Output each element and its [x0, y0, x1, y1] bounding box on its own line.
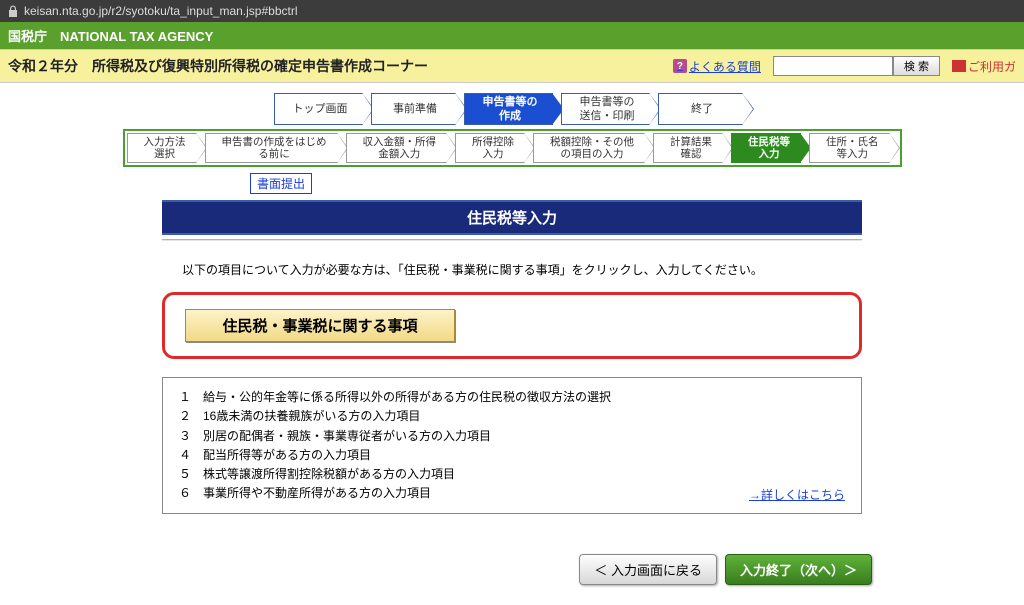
- search-button[interactable]: 検 索: [893, 56, 940, 76]
- breadcrumb-sub-step[interactable]: 入力方法 選択: [127, 133, 197, 163]
- lock-icon: [8, 5, 18, 17]
- breadcrumb-main-step[interactable]: トップ画面: [274, 93, 363, 125]
- instruction-text: 以下の項目について入力が必要な方は、「住民税・事業税に関する事項」をクリックし、…: [162, 261, 862, 292]
- url-text: keisan.nta.go.jp/r2/syotoku/ta_input_man…: [24, 4, 298, 18]
- detail-link[interactable]: →詳しくはこちら: [749, 486, 845, 505]
- agency-header: 国税庁 NATIONAL TAX AGENCY: [0, 22, 1024, 49]
- info-list-item: ５ 株式等譲渡所得割控除税額がある方の入力項目: [179, 465, 845, 484]
- breadcrumb-sub-step[interactable]: 住所・氏名 等入力: [809, 133, 890, 163]
- next-button[interactable]: 入力終了（次へ）＞: [725, 554, 872, 585]
- page-title: 令和２年分 所得税及び復興特別所得税の確定申告書作成コーナー: [8, 56, 428, 76]
- breadcrumb-sub-step[interactable]: 所得控除 入力: [455, 133, 525, 163]
- info-list-item: ６ 事業所得や不動産所得がある方の入力項目: [179, 484, 845, 503]
- faq-link[interactable]: ? よくある質問: [673, 58, 761, 75]
- breadcrumb-sub-step[interactable]: 住民税等 入力: [731, 133, 801, 163]
- url-bar: keisan.nta.go.jp/r2/syotoku/ta_input_man…: [0, 0, 1024, 22]
- breadcrumb-main-step[interactable]: 終了: [658, 93, 743, 125]
- question-icon: ?: [673, 59, 687, 73]
- breadcrumb-sub: 入力方法 選択申告書の作成をはじめ る前に収入金額・所得 金額入力所得控除 入力…: [123, 129, 902, 167]
- info-list-item: ３ 別居の配偶者・親族・事業専従者がいる方の入力項目: [179, 427, 845, 446]
- breadcrumb-main-step[interactable]: 申告書等の 送信・印刷: [561, 93, 650, 125]
- paper-submit-link[interactable]: 書面提出: [250, 173, 312, 194]
- guide-link[interactable]: ご利用ガ: [952, 58, 1016, 75]
- breadcrumb-main-step[interactable]: 申告書等の 作成: [464, 93, 553, 125]
- search-box: 検 索: [773, 56, 940, 76]
- breadcrumb-sub-step[interactable]: 申告書の作成をはじめ る前に: [205, 133, 338, 163]
- info-list-item: １ 給与・公的年金等に係る所得以外の所得がある方の住民税の徴収方法の選択: [179, 388, 845, 407]
- back-button[interactable]: ＜ 入力画面に戻る: [579, 554, 717, 585]
- search-input[interactable]: [773, 56, 893, 76]
- breadcrumb-main: トップ画面事前準備申告書等の 作成申告書等の 送信・印刷終了: [0, 83, 1024, 127]
- info-list-item: ４ 配当所得等がある方の入力項目: [179, 446, 845, 465]
- info-list-item: ２ 16歳未満の扶養親族がいる方の入力項目: [179, 407, 845, 426]
- highlighted-frame: 住民税・事業税に関する事項: [162, 292, 862, 359]
- book-icon: [952, 60, 966, 72]
- breadcrumb-sub-step[interactable]: 計算結果 確認: [653, 133, 723, 163]
- section-title: 住民税等入力: [162, 200, 862, 235]
- footer-buttons: ＜ 入力画面に戻る 入力終了（次へ）＞: [132, 554, 892, 605]
- resident-business-tax-button[interactable]: 住民税・事業税に関する事項: [185, 309, 455, 342]
- info-box: １ 給与・公的年金等に係る所得以外の所得がある方の住民税の徴収方法の選択２ 16…: [162, 377, 862, 514]
- breadcrumb-sub-step[interactable]: 収入金額・所得 金額入力: [346, 133, 448, 163]
- page-header: 令和２年分 所得税及び復興特別所得税の確定申告書作成コーナー ? よくある質問 …: [0, 49, 1024, 83]
- breadcrumb-sub-step[interactable]: 税額控除・その他 の項目の入力: [533, 133, 645, 163]
- breadcrumb-main-step[interactable]: 事前準備: [371, 93, 456, 125]
